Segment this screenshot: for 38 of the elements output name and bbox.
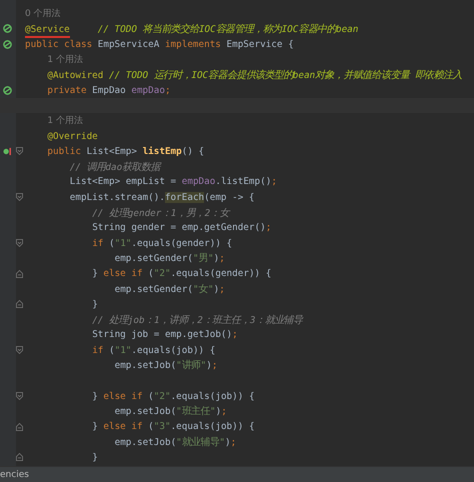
code-line: if ("1".equals(job)) { — [92, 344, 216, 356]
status-text: encies — [0, 470, 29, 480]
fold-icon[interactable] — [16, 147, 23, 156]
code-line: public class EmpServiceA implements EmpService { — [25, 38, 294, 50]
code-line: } — [92, 452, 98, 463]
fold-icon[interactable] — [16, 239, 23, 248]
fold-icon[interactable] — [16, 193, 23, 202]
usage-hint[interactable]: 1 个用法 — [47, 53, 83, 66]
usage-hint[interactable]: 1 个用法 — [47, 114, 83, 128]
code-line: List<Emp> empList = empDao.listEmp(); — [70, 176, 277, 188]
code-line: String gender = emp.getGender(); — [92, 222, 272, 234]
code-line: empList.stream().forEach(emp -> { — [70, 192, 255, 203]
code-line: @Service // TODO 将当前类交给IOC容器管理，称为IOC容器中的bean — [25, 22, 358, 36]
code-line: emp.setJob("讲师"); — [114, 358, 218, 372]
code-line: } — [92, 298, 98, 310]
code-line: // 处理job：1，讲师，2：班主任，3：就业辅导 — [92, 314, 302, 327]
code-line: emp.setJob("就业辅导"); — [114, 436, 236, 449]
fold-icon[interactable] — [16, 346, 23, 354]
code-line: String job = emp.getJob(); — [92, 329, 238, 340]
code-line: emp.setGender("男"); — [114, 252, 225, 266]
usage-hint[interactable]: 0 个用法 — [25, 7, 61, 20]
code-line: // 调用dao获取数据 — [70, 160, 160, 174]
fold-end-icon[interactable] — [16, 270, 23, 278]
code-line: public List<Emp> listEmp() { — [47, 146, 204, 157]
fold-end-icon[interactable] — [16, 422, 23, 431]
code-line: } else if ("2".equals(gender)) { — [92, 268, 272, 280]
code-line: @Override — [47, 130, 98, 142]
fold-icon[interactable] — [16, 392, 23, 400]
code-line: } else if ("3".equals(job)) { — [92, 421, 255, 432]
code-line: emp.setJob("班主任"); — [114, 404, 227, 418]
code-line: emp.setGender("女"); — [114, 282, 225, 296]
code-line: } else if ("2".equals(job)) { — [92, 390, 255, 402]
fold-end-icon[interactable] — [16, 453, 23, 462]
code-line: if ("1".equals(gender)) { — [92, 238, 232, 249]
code-line: // 处理gender：1，男，2：女 — [92, 206, 230, 220]
code-line: private EmpDao empDao; — [47, 84, 171, 96]
fold-end-icon[interactable] — [16, 300, 23, 308]
code-line: @Autowired // TODO 运行时，IOC容器会提供该类型的bean对象，并赋值给该变量 即依赖注入 — [47, 68, 462, 82]
